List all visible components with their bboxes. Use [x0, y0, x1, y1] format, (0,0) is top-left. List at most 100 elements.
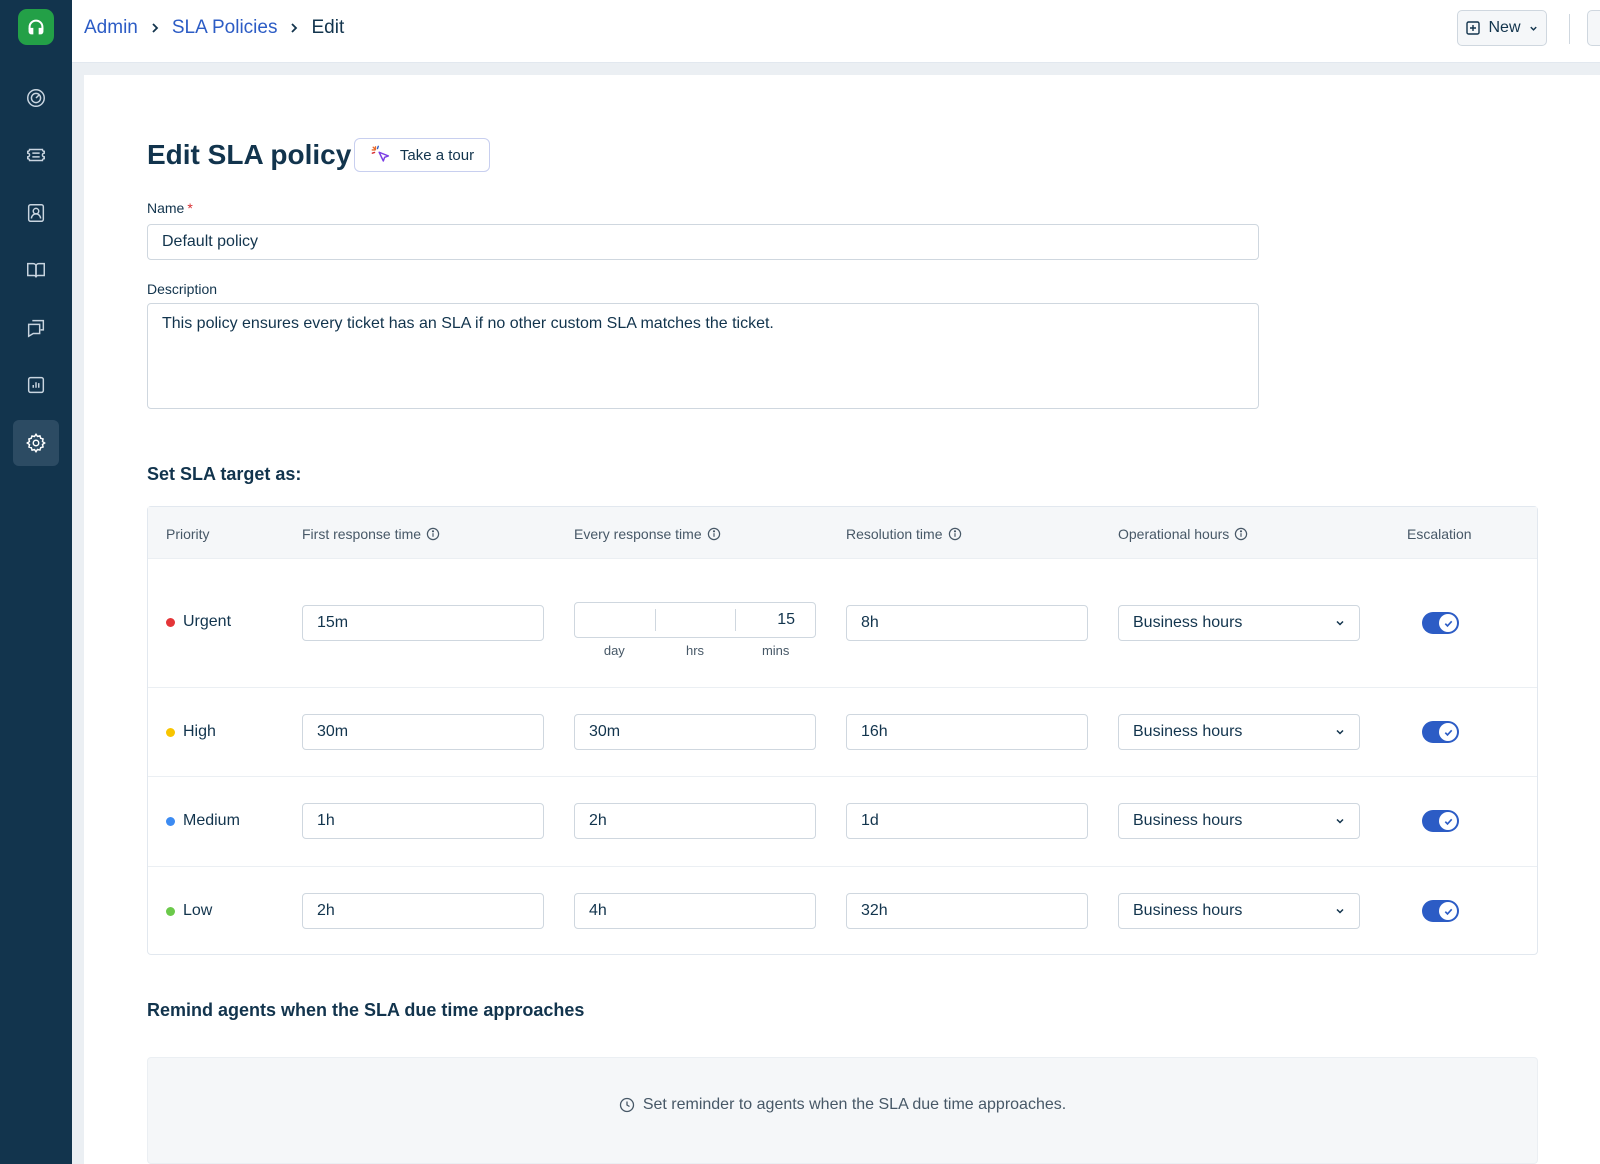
reminder-text: Set reminder to agents when the SLA due …: [642, 1096, 1067, 1113]
description-textarea[interactable]: This policy ensures every ticket has an …: [147, 303, 1259, 409]
chevron-down-icon: [1336, 620, 1344, 626]
every-response-value: 30m: [589, 723, 621, 740]
every-response-input[interactable]: 2h: [574, 803, 816, 839]
breadcrumb-sla-policies-link[interactable]: SLA Policies: [172, 17, 278, 39]
every-response-hrs-field[interactable]: [655, 603, 735, 637]
col-every-response: Every response time: [574, 526, 721, 542]
first-response-value: 2h: [317, 902, 335, 919]
reminder-panel[interactable]: Set reminder to agents when the SLA due …: [147, 1057, 1538, 1164]
priority-label: Low: [183, 902, 213, 919]
chevron-down-icon: [1336, 729, 1344, 735]
priority-medium: Medium: [166, 812, 240, 830]
new-button-label: New: [1488, 19, 1521, 36]
sla-target-table: Priority First response time Every respo…: [147, 506, 1538, 955]
escalation-toggle[interactable]: [1422, 810, 1459, 832]
name-label-text: Name: [147, 200, 185, 216]
operational-hours-select[interactable]: Business hours: [1118, 714, 1360, 750]
toggle-knob: [1439, 614, 1457, 632]
take-a-tour-label: Take a tour: [399, 146, 475, 164]
every-response-split-input[interactable]: 15: [574, 602, 816, 638]
main-content: Edit SLA policy Take a tour Name * Defaul…: [84, 75, 1600, 1164]
operational-hours-value: Business hours: [1133, 902, 1243, 919]
header-divider: [1569, 14, 1570, 44]
contacts-icon[interactable]: [13, 190, 59, 236]
reminder-section-title: Remind agents when the SLA due time appr…: [147, 1000, 585, 1020]
resolution-input[interactable]: 16h: [846, 714, 1088, 750]
info-icon[interactable]: [1234, 527, 1248, 541]
take-a-tour-button[interactable]: Take a tour: [354, 138, 490, 172]
escalation-toggle[interactable]: [1422, 612, 1459, 634]
resolution-value: 1d: [861, 812, 879, 829]
col-first-response-label: First response time: [302, 526, 422, 542]
required-asterisk: *: [187, 200, 193, 216]
header-action-button[interactable]: [1587, 10, 1600, 46]
name-input-value: Default policy: [162, 233, 259, 250]
first-response-input[interactable]: 15m: [302, 605, 544, 641]
resolution-input[interactable]: 8h: [846, 605, 1088, 641]
operational-hours-select[interactable]: Business hours: [1118, 893, 1360, 929]
mins-value: 15: [777, 611, 795, 628]
first-response-value: 15m: [317, 614, 349, 631]
info-icon[interactable]: [948, 527, 962, 541]
resolution-input[interactable]: 32h: [846, 893, 1088, 929]
mins-unit-label: mins: [761, 643, 790, 658]
first-response-input[interactable]: 30m: [302, 714, 544, 750]
operational-hours-select[interactable]: Business hours: [1118, 803, 1360, 839]
priority-high: High: [166, 723, 216, 741]
reminder-prompt: Set reminder to agents when the SLA due …: [148, 1096, 1537, 1114]
first-response-input[interactable]: 1h: [302, 803, 544, 839]
conversations-icon[interactable]: [13, 305, 59, 351]
sla-row-medium: Medium 1h 2h 1d Business hours: [148, 777, 1537, 867]
priority-low: Low: [166, 902, 212, 920]
every-response-mins-field[interactable]: 15: [735, 603, 815, 637]
cursor-sparkle-icon: [371, 145, 389, 162]
col-escalation: Escalation: [1407, 526, 1472, 542]
priority-dot: [166, 617, 175, 627]
info-icon[interactable]: [707, 527, 721, 541]
breadcrumb-admin-link[interactable]: Admin: [84, 17, 138, 39]
every-response-value: 4h: [589, 902, 607, 919]
hrs-unit-label: hrs: [685, 643, 705, 658]
chevron-down-icon: [1336, 818, 1344, 824]
col-first-response: First response time: [302, 526, 440, 542]
escalation-toggle[interactable]: [1422, 900, 1459, 922]
chevron-down-icon: [1336, 908, 1344, 914]
info-icon[interactable]: [426, 527, 440, 541]
first-response-input[interactable]: 2h: [302, 893, 544, 929]
col-escalation-label: Escalation: [1407, 526, 1472, 542]
tickets-icon[interactable]: [13, 132, 59, 178]
operational-hours-select[interactable]: Business hours: [1118, 605, 1360, 641]
check-icon: [1444, 729, 1452, 736]
sla-target-title: Set SLA target as:: [147, 464, 302, 484]
day-unit-label: day: [603, 643, 625, 658]
settings-icon[interactable]: [13, 420, 59, 466]
new-button[interactable]: New: [1457, 10, 1547, 46]
operational-hours-value: Business hours: [1133, 614, 1243, 631]
sla-table-header: Priority First response time Every respo…: [148, 507, 1537, 559]
resolution-input[interactable]: 1d: [846, 803, 1088, 839]
description-value: This policy ensures every ticket has an …: [162, 315, 774, 332]
col-operational-hours: Operational hours: [1118, 526, 1248, 542]
priority-label: Urgent: [183, 613, 232, 630]
every-response-day-field[interactable]: [575, 603, 655, 637]
breadcrumb: Admin SLA Policies Edit: [84, 17, 344, 39]
escalation-toggle[interactable]: [1422, 721, 1459, 743]
description-label: Description: [147, 281, 218, 297]
check-icon: [1444, 908, 1452, 915]
every-response-input[interactable]: 30m: [574, 714, 816, 750]
split-unit-labels: day hrs mins: [574, 643, 816, 658]
headset-logo-icon[interactable]: [18, 9, 54, 45]
operational-hours-value: Business hours: [1133, 812, 1243, 829]
first-response-value: 1h: [317, 812, 335, 829]
name-input[interactable]: Default policy: [147, 224, 1259, 260]
knowledge-base-icon[interactable]: [13, 247, 59, 293]
resolution-value: 32h: [861, 902, 888, 919]
chevron-right-icon: [289, 22, 299, 34]
dashboard-icon[interactable]: [13, 75, 59, 121]
every-response-value: 2h: [589, 812, 607, 829]
analytics-icon[interactable]: [13, 362, 59, 408]
plus-square-icon: [1466, 21, 1481, 35]
first-response-value: 30m: [317, 723, 349, 740]
sidebar: [0, 0, 72, 1164]
every-response-input[interactable]: 4h: [574, 893, 816, 929]
